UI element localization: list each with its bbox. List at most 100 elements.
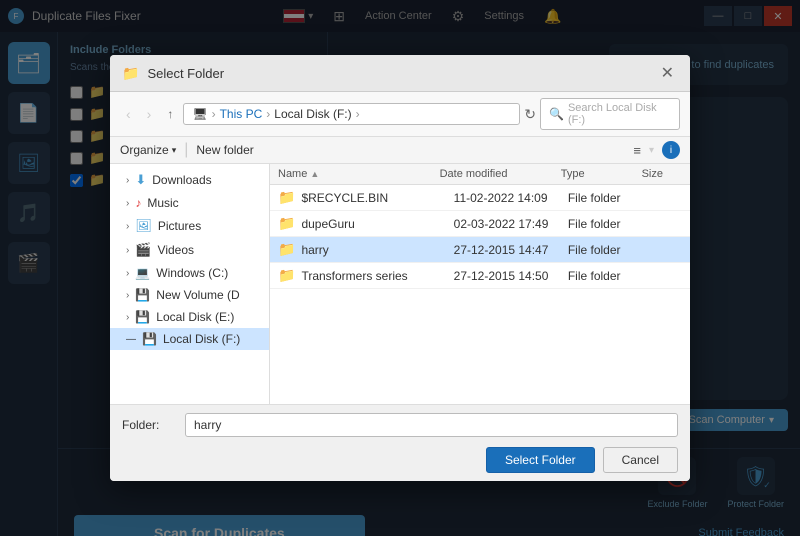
folder-icon-transformers: 📁 <box>278 267 295 284</box>
sidebar-item-localf[interactable]: — 💾 Local Disk (F:) <box>110 328 269 350</box>
breadcrumb-thispc[interactable]: This PC <box>220 107 263 121</box>
organize-chevron: ▾ <box>172 145 177 156</box>
videos-label: Videos <box>158 243 194 257</box>
file-list: Name ▲ Date modified Type Size <box>270 164 690 404</box>
file-type-recycle: File folder <box>568 191 644 205</box>
locale-icon: 💾 <box>135 310 150 324</box>
file-type-transformers: File folder <box>568 269 644 283</box>
chevron-downloads: › <box>126 175 129 186</box>
sidebar-item-newvol[interactable]: › 💾 New Volume (D <box>110 284 269 306</box>
search-placeholder: Search Local Disk (F:) <box>568 102 671 126</box>
folder-input[interactable] <box>185 413 678 437</box>
dialog-footer: Folder: Select Folder Cancel <box>110 404 690 481</box>
breadcrumb-sep2: › <box>266 107 270 121</box>
folder-label: Folder: <box>122 418 177 432</box>
info-btn[interactable]: i <box>662 141 680 159</box>
file-row-recycle[interactable]: 📁 $RECYCLE.BIN 11-02-2022 14:09 File fol… <box>270 185 690 211</box>
folder-icon-harry: 📁 <box>278 241 295 258</box>
col-date[interactable]: Date modified <box>440 168 561 180</box>
new-folder-btn[interactable]: New folder <box>196 143 253 157</box>
newvol-label: New Volume (D <box>156 288 239 302</box>
file-row-transformers[interactable]: 📁 Transformers series 27-12-2015 14:50 F… <box>270 263 690 289</box>
pictures-icon: 🖼 <box>135 218 152 234</box>
date-col-label: Date modified <box>440 168 508 180</box>
breadcrumb-sep3: › <box>356 107 360 121</box>
sidebar-item-locale[interactable]: › 💾 Local Disk (E:) <box>110 306 269 328</box>
folder-input-row: Folder: <box>122 413 678 437</box>
chevron-locale: › <box>126 312 129 323</box>
music-label: Music <box>147 196 178 210</box>
folder-icon-recycle: 📁 <box>278 189 295 206</box>
downloads-icon: ⬇ <box>135 172 146 188</box>
file-type-harry: File folder <box>568 243 644 257</box>
view-sep: ▾ <box>649 145 654 156</box>
chevron-music: › <box>126 198 129 209</box>
locale-label: Local Disk (E:) <box>156 310 234 324</box>
file-name-recycle: $RECYCLE.BIN <box>301 191 453 205</box>
localf-label: Local Disk (F:) <box>163 332 240 346</box>
chevron-newvol: › <box>126 290 129 301</box>
dialog-titlebar: 📁 Select Folder ✕ <box>110 55 690 92</box>
breadcrumb-bar[interactable]: 🖥 › This PC › Local Disk (F:) › <box>183 103 520 125</box>
sidebar-item-pictures[interactable]: › 🖼 Pictures <box>110 214 269 238</box>
select-folder-dialog: 📁 Select Folder ✕ ‹ › ↑ 🖥 › This PC › Lo… <box>110 55 690 481</box>
sidebar-item-downloads[interactable]: › ⬇ Downloads <box>110 168 269 192</box>
dialog-body: › ⬇ Downloads › ♪ Music › 🖼 Pictures <box>110 164 690 404</box>
organize-label: Organize <box>120 143 169 157</box>
cancel-btn[interactable]: Cancel <box>603 447 678 473</box>
pictures-label: Pictures <box>158 219 201 233</box>
file-date-recycle: 11-02-2022 14:09 <box>454 191 568 205</box>
sidebar-item-windows[interactable]: › 💻 Windows (C:) <box>110 262 269 284</box>
sidebar-item-music[interactable]: › ♪ Music <box>110 192 269 214</box>
file-date-transformers: 27-12-2015 14:50 <box>454 269 568 283</box>
dialog-buttons: Select Folder Cancel <box>122 447 678 473</box>
file-type-dupeguru: File folder <box>568 217 644 231</box>
file-name-dupeguru: dupeGuru <box>301 217 453 231</box>
back-btn[interactable]: ‹ <box>120 104 137 124</box>
chevron-localf: — <box>126 334 136 345</box>
dialog-close-btn[interactable]: ✕ <box>657 63 678 83</box>
windows-label: Windows (C:) <box>156 266 228 280</box>
dialog-title-text: Select Folder <box>147 66 648 81</box>
chevron-pictures: › <box>126 221 129 232</box>
newvol-icon: 💾 <box>135 288 150 302</box>
folder-icon-dupeguru: 📁 <box>278 215 295 232</box>
music-icon: ♪ <box>135 196 141 210</box>
col-type[interactable]: Type <box>561 168 642 180</box>
file-name-transformers: Transformers series <box>301 269 453 283</box>
toolbar-separator: | <box>184 141 188 159</box>
size-col-label: Size <box>642 168 663 180</box>
select-folder-btn[interactable]: Select Folder <box>486 447 595 473</box>
file-row-harry[interactable]: 📁 harry 27-12-2015 14:47 File folder <box>270 237 690 263</box>
file-row-dupeguru[interactable]: 📁 dupeGuru 02-03-2022 17:49 File folder <box>270 211 690 237</box>
refresh-btn[interactable]: ↻ <box>524 106 536 123</box>
col-name[interactable]: Name ▲ <box>278 168 440 180</box>
breadcrumb-localdisk[interactable]: Local Disk (F:) <box>274 107 351 121</box>
breadcrumb-sep1: › <box>212 107 216 121</box>
sidebar-item-videos[interactable]: › 🎬 Videos <box>110 238 269 262</box>
up-btn[interactable]: ↑ <box>161 105 179 123</box>
downloads-label: Downloads <box>152 173 211 187</box>
sort-arrow: ▲ <box>310 169 319 179</box>
breadcrumb-computer: 🖥 <box>192 107 207 121</box>
search-bar[interactable]: 🔍 Search Local Disk (F:) <box>540 98 680 130</box>
dialog-toolbar: Organize ▾ | New folder ≡ ▾ i <box>110 137 690 164</box>
file-date-dupeguru: 02-03-2022 17:49 <box>454 217 568 231</box>
file-name-harry: harry <box>301 243 453 257</box>
organize-btn[interactable]: Organize ▾ <box>120 143 176 157</box>
col-size[interactable]: Size <box>642 168 682 180</box>
dialog-nav: ‹ › ↑ 🖥 › This PC › Local Disk (F:) › ↻ … <box>110 92 690 137</box>
dialog-sidebar: › ⬇ Downloads › ♪ Music › 🖼 Pictures <box>110 164 270 404</box>
chevron-videos: › <box>126 245 129 256</box>
type-col-label: Type <box>561 168 585 180</box>
localf-icon: 💾 <box>142 332 157 346</box>
name-col-label: Name <box>278 168 307 180</box>
dialog-overlay: 📁 Select Folder ✕ ‹ › ↑ 🖥 › This PC › Lo… <box>0 0 800 536</box>
view-btn[interactable]: ≡ <box>633 143 641 158</box>
file-date-harry: 27-12-2015 14:47 <box>454 243 568 257</box>
search-icon: 🔍 <box>549 107 564 121</box>
forward-btn[interactable]: › <box>141 104 158 124</box>
videos-icon: 🎬 <box>135 242 151 258</box>
chevron-windows: › <box>126 268 129 279</box>
file-list-header: Name ▲ Date modified Type Size <box>270 164 690 185</box>
